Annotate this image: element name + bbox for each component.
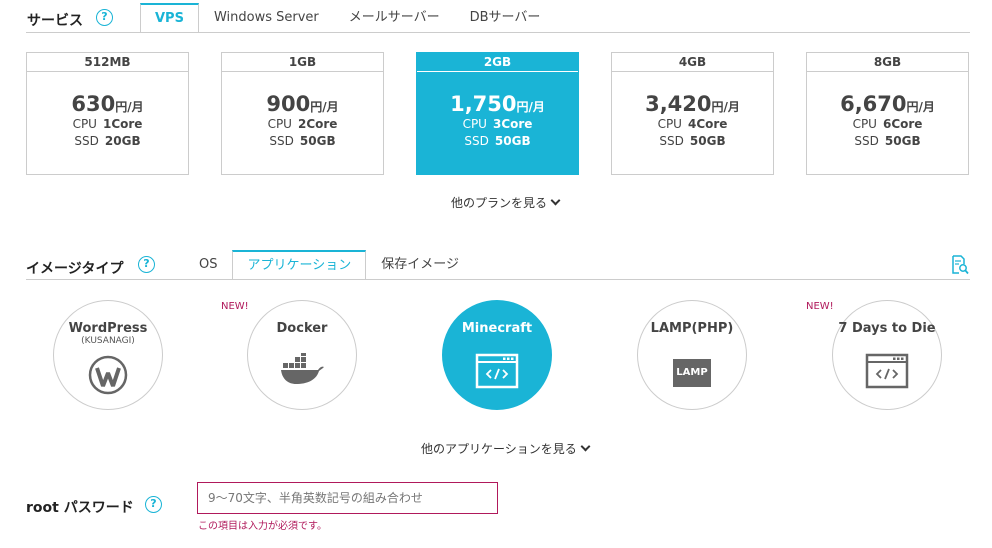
- lamp-icon: LAMP: [673, 359, 711, 387]
- app-7-days-to-die[interactable]: 7 Days to Die: [832, 300, 942, 410]
- plan-cpu: CPU 6Core: [852, 117, 923, 131]
- new-badge: NEW!: [806, 301, 834, 312]
- plan-ssd: SSD 50GB: [659, 134, 726, 148]
- plan-card-4gb[interactable]: 4GB 3,420円/月 CPU 4Core SSD 50GB: [611, 52, 774, 175]
- app-name: LAMP(PHP): [650, 321, 734, 336]
- app-name: WordPress: [68, 321, 148, 336]
- app-minecraft[interactable]: Minecraft: [442, 300, 552, 410]
- plan-price: 3,420円/月: [645, 92, 740, 116]
- new-badge: NEW!: [221, 301, 249, 312]
- chevron-down-icon: [580, 441, 591, 452]
- plan-cpu: CPU 2Core: [267, 117, 338, 131]
- tab-os[interactable]: OS: [184, 250, 232, 280]
- app-docker[interactable]: Docker: [247, 300, 357, 410]
- app-subtitle: (KUSANAGI): [81, 336, 135, 346]
- plan-card-512mb[interactable]: 512MB 630円/月 CPU 1Core SSD 20GB: [26, 52, 189, 175]
- app-lamp[interactable]: LAMP(PHP) LAMP: [637, 300, 747, 410]
- more-plans-label: 他のプランを見る: [451, 196, 548, 210]
- plan-cpu: CPU 4Core: [657, 117, 728, 131]
- chevron-down-icon: [550, 195, 561, 206]
- plan-ssd: SSD 50GB: [464, 134, 531, 148]
- plan-ssd: SSD 50GB: [269, 134, 336, 148]
- docker-icon: [280, 351, 324, 389]
- plan-name: 8GB: [807, 53, 968, 72]
- plan-cpu: CPU 1Core: [72, 117, 143, 131]
- plan-price: 630円/月: [71, 92, 144, 116]
- document-search-icon[interactable]: [951, 255, 969, 275]
- code-window-icon: [475, 353, 519, 393]
- app-name: Docker: [276, 321, 328, 336]
- root-password-label: root パスワード: [26, 500, 134, 516]
- more-apps-link[interactable]: 他のアプリケーションを見る: [421, 440, 591, 457]
- image-type-tabs: OS アプリケーション 保存イメージ: [184, 250, 474, 280]
- plan-card-2gb[interactable]: 2GB 1,750円/月 CPU 3Core SSD 50GB: [416, 52, 579, 175]
- password-error-message: この項目は入力が必須です。: [198, 521, 327, 532]
- image-type-label: イメージタイプ: [26, 261, 124, 277]
- more-apps-label: 他のアプリケーションを見る: [421, 442, 577, 456]
- plan-name: 4GB: [612, 53, 773, 72]
- tab-application[interactable]: アプリケーション: [232, 250, 367, 280]
- plan-name: 1GB: [222, 53, 383, 72]
- tab-mail-server[interactable]: メールサーバー: [334, 3, 455, 33]
- more-plans-link[interactable]: 他のプランを見る: [451, 194, 561, 211]
- image-type-tab-divider: [26, 279, 970, 280]
- tab-db-server[interactable]: DBサーバー: [455, 3, 556, 33]
- plan-price: 1,750円/月: [450, 92, 545, 116]
- plan-price: 6,670円/月: [840, 92, 935, 116]
- plan-name: 2GB: [417, 53, 578, 72]
- root-password-input[interactable]: [197, 482, 498, 514]
- tab-vps[interactable]: VPS: [140, 3, 199, 33]
- password-help-icon[interactable]: ?: [145, 496, 162, 513]
- service-help-icon[interactable]: ?: [96, 9, 113, 26]
- service-tab-divider: [26, 32, 970, 33]
- service-label: サービス: [27, 13, 83, 29]
- lamp-icon-text: LAMP: [676, 367, 708, 378]
- plan-cpu: CPU 3Core: [462, 117, 533, 131]
- plan-ssd: SSD 20GB: [74, 134, 141, 148]
- plan-card-1gb[interactable]: 1GB 900円/月 CPU 2Core SSD 50GB: [221, 52, 384, 175]
- plan-ssd: SSD 50GB: [854, 134, 921, 148]
- app-name: 7 Days to Die: [838, 321, 936, 336]
- app-name: Minecraft: [461, 321, 533, 336]
- wordpress-icon: [88, 355, 128, 399]
- image-type-help-icon[interactable]: ?: [138, 256, 155, 273]
- tab-windows-server[interactable]: Windows Server: [199, 3, 334, 33]
- plan-price: 900円/月: [266, 92, 339, 116]
- plan-card-8gb[interactable]: 8GB 6,670円/月 CPU 6Core SSD 50GB: [806, 52, 969, 175]
- code-window-icon: [865, 353, 909, 393]
- tab-saved-image[interactable]: 保存イメージ: [366, 250, 474, 280]
- app-wordpress[interactable]: WordPress (KUSANAGI): [53, 300, 163, 410]
- service-tabs: VPS Windows Server メールサーバー DBサーバー: [140, 3, 555, 33]
- plan-name: 512MB: [27, 53, 188, 72]
